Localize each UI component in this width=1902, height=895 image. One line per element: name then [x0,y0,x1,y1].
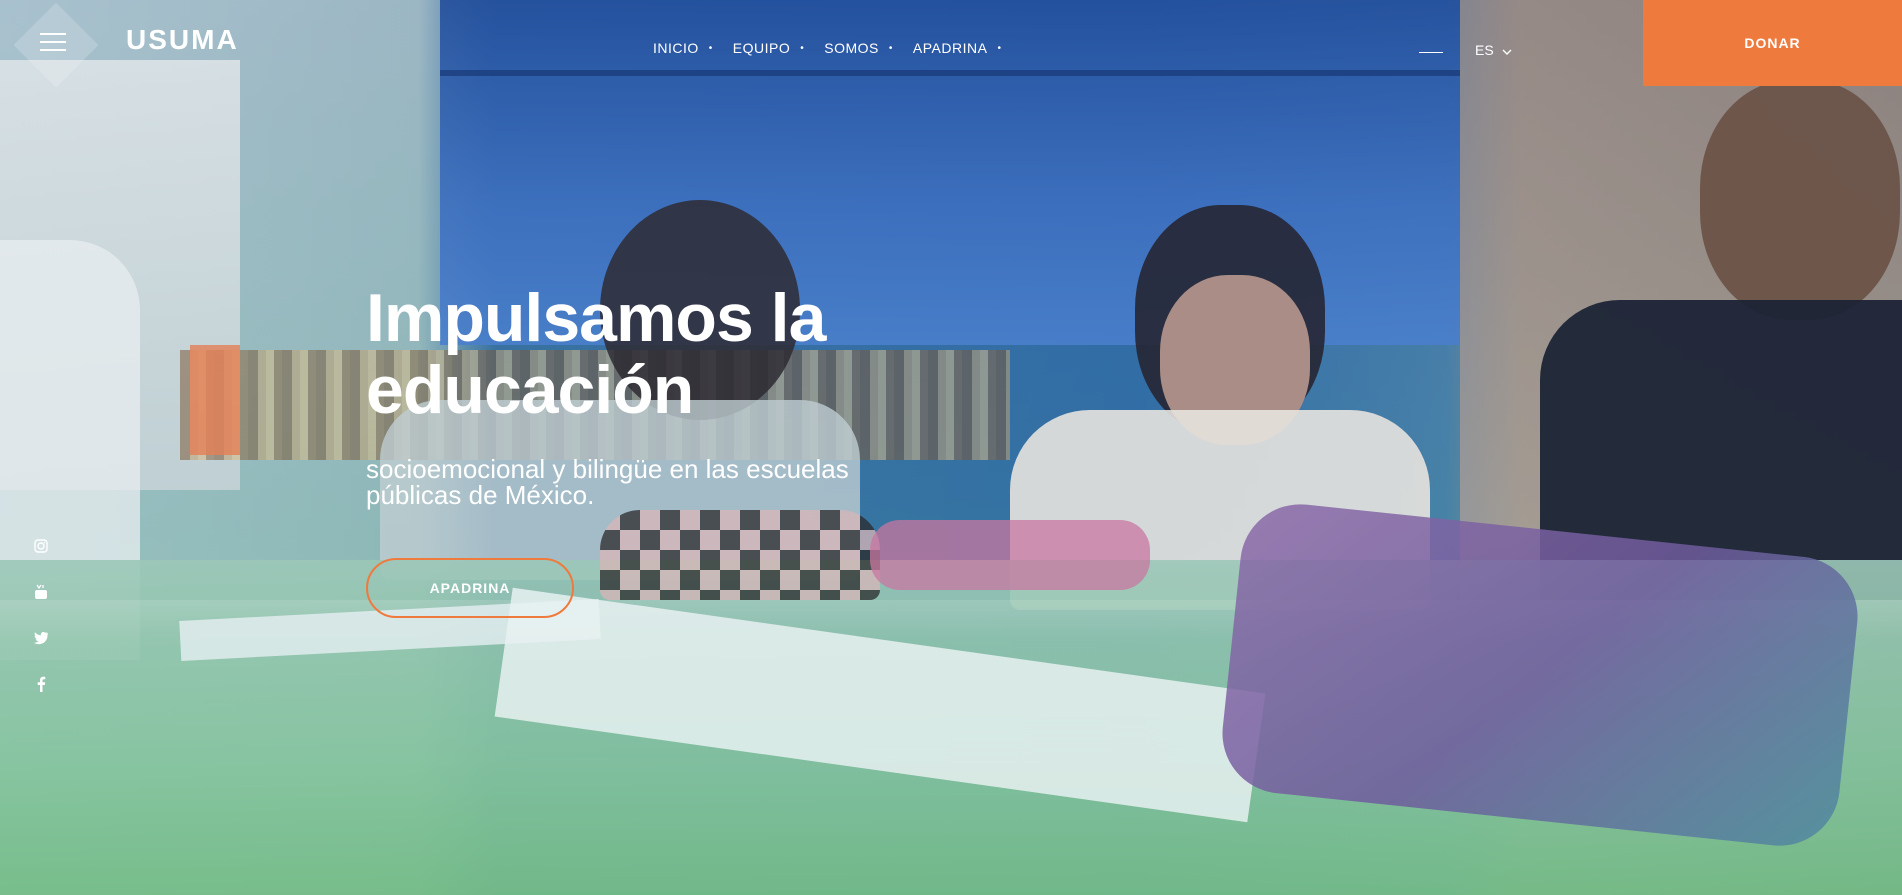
chevron-down-icon [1502,42,1512,58]
student-face [1700,80,1900,320]
subtitle-line: públicas de México. [366,480,595,510]
hero-background-photo [0,0,1902,895]
apadrina-button[interactable]: APADRINA [366,558,574,618]
nav-equipo[interactable]: EQUIPO [733,40,824,56]
site-logo[interactable]: USUMA [126,24,239,56]
subtitle-line: socioemocional y bilingüe en las escuela… [366,454,849,484]
facebook-icon[interactable] [32,674,50,694]
headline-line: educación [366,352,694,428]
orange-book [190,345,240,455]
social-links [32,536,50,694]
donate-button[interactable]: DONAR [1643,0,1902,86]
main-nav: INICIO EQUIPO SOMOS APADRINA [653,40,1021,56]
nav-somos[interactable]: SOMOS [824,40,913,56]
nav-apadrina[interactable]: APADRINA [913,40,1022,56]
instagram-icon[interactable] [32,536,50,556]
window-frame [440,70,1460,76]
youtube-icon[interactable] [32,582,50,602]
nav-inicio[interactable]: INICIO [653,40,733,56]
pink-pouch [870,520,1150,590]
checkered-pouch [600,510,880,600]
twitter-icon[interactable] [32,628,50,648]
divider-line [1419,52,1443,53]
hamburger-menu-icon[interactable] [34,26,74,58]
language-selector[interactable]: ES [1475,42,1512,58]
language-label: ES [1475,42,1494,58]
hero-headline: Impulsamos la educación [366,282,986,426]
headline-line: Impulsamos la [366,280,826,356]
hero-subtitle: socioemocional y bilingüe en las escuela… [366,456,986,508]
